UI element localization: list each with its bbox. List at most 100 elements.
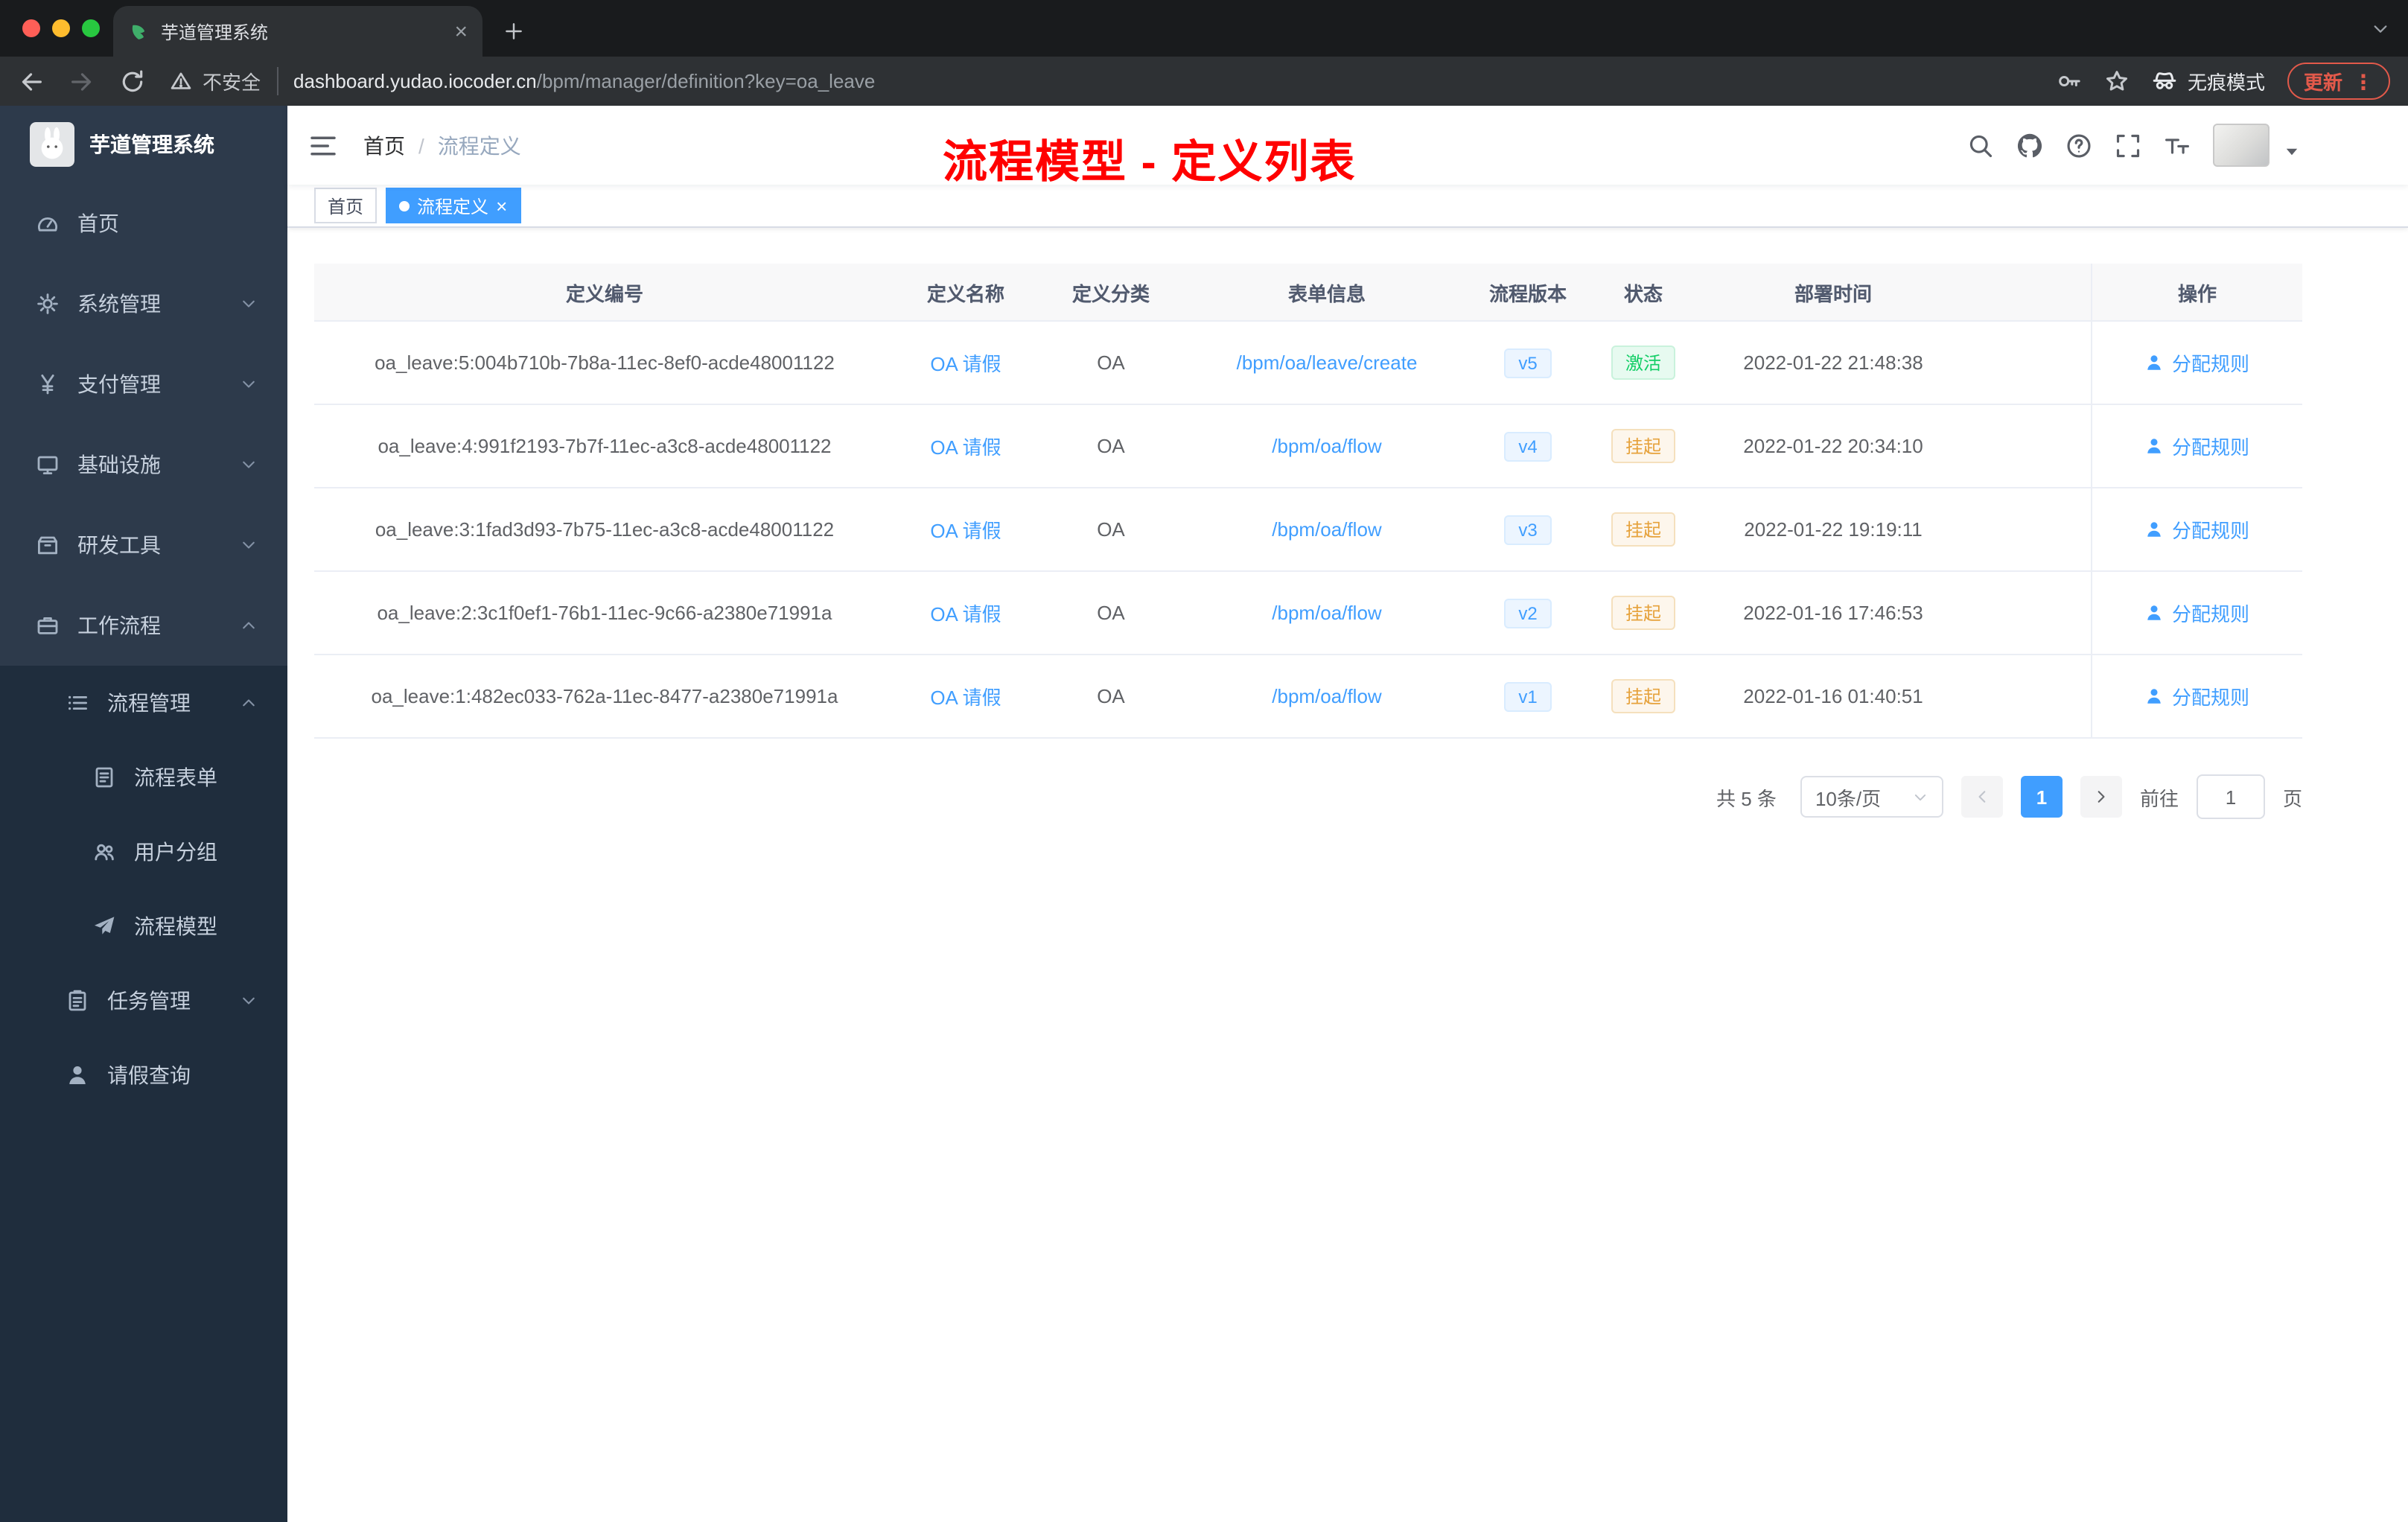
incognito-badge: 无痕模式 [2152,67,2265,95]
page-1-button[interactable]: 1 [2020,776,2063,818]
close-icon[interactable]: × [496,196,507,215]
reload-button[interactable] [119,68,146,95]
minimize-window-button[interactable] [52,19,70,37]
hamburger-icon[interactable] [308,130,338,160]
form-info-link[interactable]: /bpm/oa/leave/create [1237,351,1418,374]
status-badge: 挂起 [1611,512,1675,547]
version-tag: v3 [1503,515,1552,544]
status-badge: 挂起 [1611,596,1675,630]
app-logo[interactable]: 芋道管理系统 [0,106,287,183]
version-tag: v1 [1503,681,1552,711]
tab-list-chevron-icon[interactable] [2371,19,2390,39]
chevron-up-icon [240,617,258,634]
form-info-link[interactable]: /bpm/oa/flow [1272,685,1381,707]
sidebar-item-home[interactable]: 首页 [0,183,287,264]
sidebar-item-infrastructure[interactable]: 基础设施 [0,424,287,505]
window-controls [22,19,100,37]
definition-name-link[interactable]: OA 请假 [930,515,1001,544]
assign-rule-link[interactable]: 分配规则 [2172,682,2249,710]
page-size-select[interactable]: 10条/页 [1800,776,1943,818]
site-favicon-icon [128,21,149,42]
security-chip: 不安全 [170,67,279,95]
cell-deploy-time: 2022-01-22 20:34:10 [1743,435,1923,457]
chevron-left-icon [1973,788,1991,806]
sidebar-item-process-management[interactable]: 流程管理 [0,666,287,740]
sidebar-item-leave-query[interactable]: 请假查询 [0,1038,287,1112]
close-window-button[interactable] [22,19,40,37]
url-path: /bpm/manager/definition?key=oa_leave [536,70,876,92]
pagination-total: 共 5 条 [1716,787,1777,809]
password-key-icon[interactable] [2057,69,2082,94]
chevron-down-icon [240,456,258,474]
user-icon [66,1063,89,1087]
assign-rule-link[interactable]: 分配规则 [2172,432,2249,460]
prev-page-button[interactable] [1961,776,2003,818]
user-icon [2145,603,2165,623]
breadcrumb-home[interactable]: 首页 [363,130,405,160]
new-tab-button[interactable] [494,12,533,51]
browser-tab[interactable]: 芋道管理系统 × [113,6,482,57]
sidebar-item-workflow[interactable]: 工作流程 [0,585,287,666]
definition-name-link[interactable]: OA 请假 [930,682,1001,710]
cell-id: oa_leave:4:991f2193-7b7f-11ec-a3c8-acde4… [378,435,832,457]
version-tag: v2 [1503,598,1552,628]
forward-button[interactable] [69,68,95,95]
definition-name-link[interactable]: OA 请假 [930,348,1001,377]
annotation-overlay: 流程模型 - 定义列表 [943,138,1357,188]
col-header-form: 表单信息 [1287,282,1366,305]
sidebar-item-task-management[interactable]: 任务管理 [0,964,287,1038]
user-icon [2145,520,2165,539]
bookmark-star-icon[interactable] [2104,69,2130,94]
chevron-down-icon [1912,789,1928,805]
user-icon [2145,353,2165,372]
close-tab-icon[interactable]: × [454,20,468,42]
address-toolbar: 不安全 dashboard.yudao.iocoder.cn/bpm/manag… [0,57,2408,106]
warning-icon [170,70,192,92]
sidebar-item-process-model[interactable]: 流程模型 [0,889,287,964]
zoom-window-button[interactable] [82,19,100,37]
tag-process-definition[interactable]: 流程定义 × [386,188,521,223]
sidebar-item-system-management[interactable]: 系统管理 [0,264,287,344]
cell-id: oa_leave:1:482ec033-762a-11ec-8477-a2380… [371,685,838,707]
next-page-button[interactable] [2080,776,2122,818]
sidebar-item-dev-tools[interactable]: 研发工具 [0,505,287,585]
cell-deploy-time: 2022-01-22 21:48:38 [1743,351,1923,374]
font-size-icon[interactable] [2164,132,2191,159]
pagination: 共 5 条 10条/页 1 前往 页 [314,774,2302,819]
sidebar-item-user-group[interactable]: 用户分组 [0,815,287,889]
cell-deploy-time: 2022-01-22 19:19:11 [1744,518,1923,541]
form-info-link[interactable]: /bpm/oa/flow [1272,602,1381,624]
help-icon[interactable] [2065,132,2092,159]
goto-page-input[interactable] [2196,774,2265,819]
definition-name-link[interactable]: OA 请假 [930,599,1001,627]
active-dot [399,200,410,211]
assign-rule-link[interactable]: 分配规则 [2172,515,2249,544]
user-icon [2145,687,2165,706]
definition-name-link[interactable]: OA 请假 [930,432,1001,460]
assign-rule-link[interactable]: 分配规则 [2172,348,2249,377]
browser-menu-dots-icon[interactable]: ⋮ [2353,71,2374,92]
cell-id: oa_leave:3:1fad3d93-7b75-11ec-a3c8-acde4… [375,518,835,541]
briefcase-icon [36,614,60,637]
tag-home[interactable]: 首页 [314,188,378,223]
update-browser-button[interactable]: 更新 ⋮ [2287,63,2390,100]
monitor-icon [36,453,60,477]
search-icon[interactable] [1967,132,1994,159]
sidebar-submenu: 流程管理 流程表单 用户分组 流程模型 任务管理 请假查询 [0,666,287,1522]
github-icon[interactable] [2016,132,2043,159]
page-unit-label: 页 [2282,787,2302,809]
assign-rule-link[interactable]: 分配规则 [2172,599,2249,627]
address-bar[interactable]: 不安全 dashboard.yudao.iocoder.cn/bpm/manag… [170,67,2036,95]
user-avatar[interactable] [2213,124,2270,167]
avatar-caret-icon[interactable] [2283,143,2301,161]
sidebar-item-payment-management[interactable]: 支付管理 [0,344,287,424]
table-row: oa_leave:2:3c1f0ef1-76b1-11ec-9c66-a2380… [314,572,2302,655]
form-info-link[interactable]: /bpm/oa/flow [1272,518,1381,541]
fullscreen-icon[interactable] [2115,132,2141,159]
form-info-link[interactable]: /bpm/oa/flow [1272,435,1381,457]
logo-avatar [30,122,74,167]
back-button[interactable] [18,68,45,95]
table-row: oa_leave:5:004b710b-7b8a-11ec-8ef0-acde4… [314,322,2302,405]
sidebar-item-process-form[interactable]: 流程表单 [0,740,287,815]
box-icon [36,533,60,557]
